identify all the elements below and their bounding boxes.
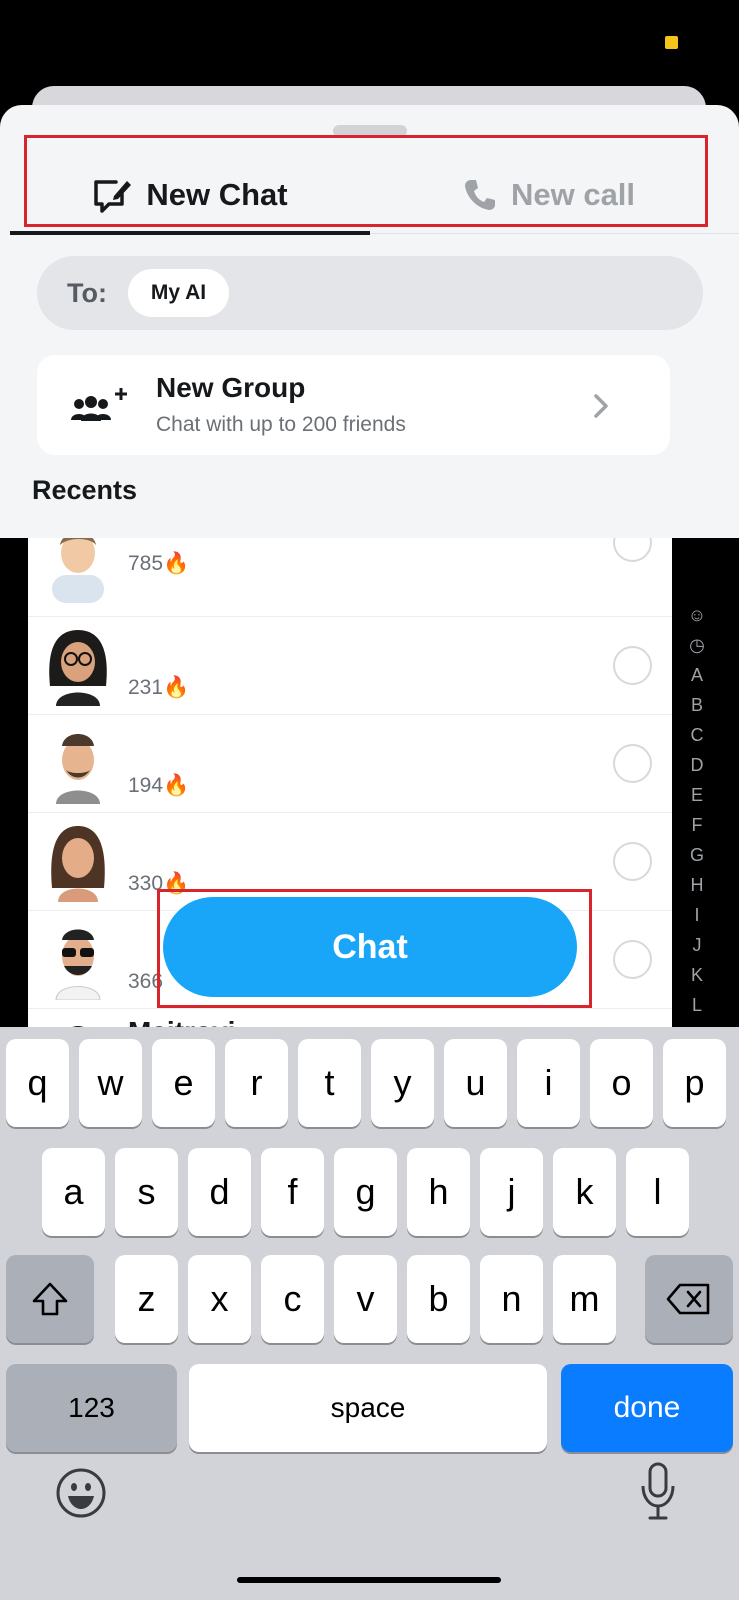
index-letter[interactable]: K: [684, 960, 710, 990]
key-f[interactable]: f: [261, 1148, 324, 1236]
key-i[interactable]: i: [517, 1039, 580, 1127]
streak-score: 231🔥: [128, 676, 190, 699]
avatar: [55, 929, 101, 1000]
recipient-chip[interactable]: My AI: [128, 269, 229, 317]
key-q[interactable]: q: [6, 1039, 69, 1127]
highlight-box-chat: [157, 889, 592, 1008]
key-d[interactable]: d: [188, 1148, 251, 1236]
add-group-icon: [71, 388, 127, 421]
key-t[interactable]: t: [298, 1039, 361, 1127]
key-h[interactable]: h: [407, 1148, 470, 1236]
avatar: [49, 630, 107, 706]
to-label: To:: [67, 278, 107, 308]
key-n[interactable]: n: [480, 1255, 543, 1343]
index-letter[interactable]: G: [684, 840, 710, 870]
key-g[interactable]: g: [334, 1148, 397, 1236]
key-x[interactable]: x: [188, 1255, 251, 1343]
avatar: [56, 734, 100, 804]
key-y[interactable]: y: [371, 1039, 434, 1127]
index-letter[interactable]: B: [684, 690, 710, 720]
numbers-key[interactable]: 123: [6, 1364, 177, 1452]
microphone-icon[interactable]: [640, 1462, 676, 1522]
recipient-field[interactable]: To: My AI: [37, 256, 703, 330]
alphabet-index[interactable]: ☺ ◷ A B C D E F G H I J K L: [684, 600, 710, 1020]
chevron-right-icon: [594, 394, 608, 418]
select-radio[interactable]: [613, 842, 652, 881]
streak-score: 194🔥: [128, 774, 190, 797]
list-item[interactable]: 231🔥: [28, 616, 672, 715]
tab-divider: [370, 233, 739, 234]
index-letter[interactable]: H: [684, 870, 710, 900]
key-o[interactable]: o: [590, 1039, 653, 1127]
space-key[interactable]: space: [189, 1364, 547, 1452]
streak-score: 785🔥: [128, 552, 190, 575]
key-k[interactable]: k: [553, 1148, 616, 1236]
status-indicator: [665, 36, 678, 49]
key-u[interactable]: u: [444, 1039, 507, 1127]
key-v[interactable]: v: [334, 1255, 397, 1343]
key-m[interactable]: m: [553, 1255, 616, 1343]
key-r[interactable]: r: [225, 1039, 288, 1127]
new-group-row[interactable]: New Group Chat with up to 200 friends: [37, 355, 670, 455]
key-c[interactable]: c: [261, 1255, 324, 1343]
select-radio[interactable]: [613, 646, 652, 685]
key-l[interactable]: l: [626, 1148, 689, 1236]
index-letter[interactable]: E: [684, 780, 710, 810]
shift-key[interactable]: [6, 1255, 94, 1343]
delete-key[interactable]: [645, 1255, 733, 1343]
index-letter[interactable]: J: [684, 930, 710, 960]
index-recent[interactable]: ◷: [684, 630, 710, 660]
index-emoji[interactable]: ☺: [684, 600, 710, 630]
recents-heading: Recents: [32, 475, 138, 505]
select-radio[interactable]: [613, 940, 652, 979]
index-letter[interactable]: I: [684, 900, 710, 930]
new-group-title: New Group: [156, 372, 306, 403]
home-indicator: [237, 1577, 501, 1583]
key-e[interactable]: e: [152, 1039, 215, 1127]
index-letter[interactable]: F: [684, 810, 710, 840]
avatar: [51, 826, 105, 902]
key-j[interactable]: j: [480, 1148, 543, 1236]
highlight-box-recipient: [24, 135, 708, 227]
list-item[interactable]: 194🔥: [28, 714, 672, 813]
new-group-subtitle: Chat with up to 200 friends: [156, 413, 406, 436]
key-a[interactable]: a: [42, 1148, 105, 1236]
index-letter[interactable]: L: [684, 990, 710, 1020]
key-w[interactable]: w: [79, 1039, 142, 1127]
keyboard: q w e r t y u i o p a s d f g h j k l z …: [0, 1027, 739, 1600]
key-z[interactable]: z: [115, 1255, 178, 1343]
shift-icon: [32, 1282, 68, 1316]
backspace-icon: [666, 1283, 710, 1315]
index-letter[interactable]: C: [684, 720, 710, 750]
key-p[interactable]: p: [663, 1039, 726, 1127]
done-key[interactable]: done: [561, 1364, 733, 1452]
index-letter[interactable]: D: [684, 750, 710, 780]
select-radio[interactable]: [613, 744, 652, 783]
emoji-icon[interactable]: [55, 1467, 107, 1519]
key-s[interactable]: s: [115, 1148, 178, 1236]
key-b[interactable]: b: [407, 1255, 470, 1343]
active-tab-indicator: [10, 231, 370, 235]
index-letter[interactable]: A: [684, 660, 710, 690]
